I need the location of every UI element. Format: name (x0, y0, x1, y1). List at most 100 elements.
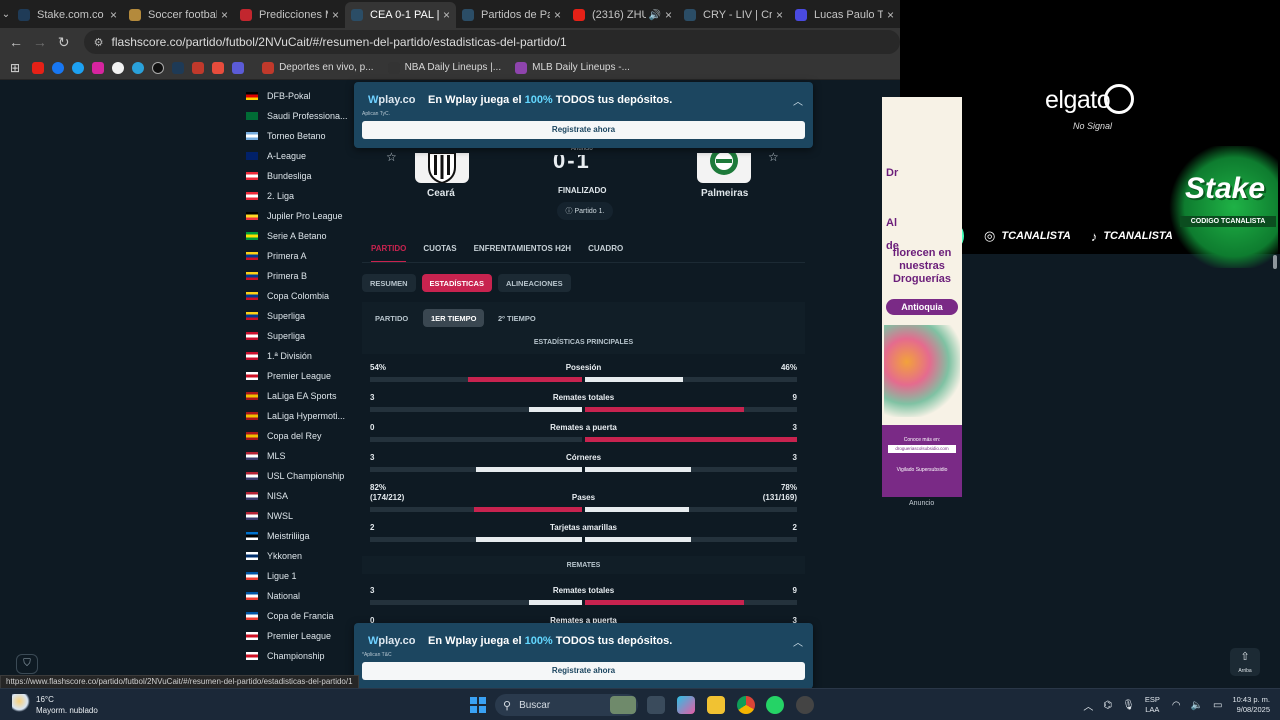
whatsapp-icon[interactable] (766, 696, 784, 714)
bookmark-link[interactable]: NBA Daily Lineups |... (384, 61, 501, 74)
chrome-icon[interactable] (737, 696, 755, 714)
sidebar-league-item[interactable]: A-League (246, 146, 348, 166)
google-bookmark-icon[interactable] (112, 61, 125, 74)
sidebar-league-item[interactable]: Premier League (246, 626, 348, 646)
url-field[interactable]: ⚙ flashscore.co/partido/futbol/2NVuCait/… (83, 30, 900, 54)
browser-tab[interactable]: Predicciones Mat × (234, 2, 345, 28)
period-tab-0[interactable]: PARTIDO (367, 309, 416, 327)
favorite-home-star-icon[interactable]: ☆ (386, 150, 397, 164)
sidebar-league-item[interactable]: Primera B (246, 266, 348, 286)
sidebar-league-item[interactable]: Bundesliga (246, 166, 348, 186)
instagram-bookmark-icon[interactable] (92, 61, 105, 74)
tab-enfrentamientos-h2h[interactable]: ENFRENTAMIENTOS H2H (474, 244, 572, 263)
bookmark-link[interactable]: MLB Daily Lineups -... (511, 61, 630, 74)
forward-arrow-icon[interactable]: → (28, 34, 52, 50)
close-tab-icon[interactable]: × (443, 8, 450, 22)
clock[interactable]: 10:43 p. m. 9/08/2025 (1232, 695, 1270, 715)
tab-partido[interactable]: PARTIDO (371, 244, 407, 263)
telegram-bookmark-icon[interactable] (132, 61, 145, 74)
tab-cuadro[interactable]: CUADRO (588, 244, 623, 263)
sidebar-league-item[interactable]: National (246, 586, 348, 606)
facebook-bookmark-icon[interactable] (52, 61, 65, 74)
volume-icon[interactable]: 🔈 (1191, 700, 1203, 711)
sidebar-league-item[interactable]: Torneo Betano (246, 126, 348, 146)
sidebar-league-item[interactable]: Superliga (246, 306, 348, 326)
youtube-bookmark-icon[interactable] (32, 61, 45, 74)
browser-tab[interactable]: CEA 0-1 PAL | Cea × (345, 2, 456, 28)
weather-widget[interactable]: 16°C Mayorm. nublado (12, 694, 98, 716)
app-icon[interactable] (796, 696, 814, 714)
browser-tab[interactable]: CRY - LIV | Crystal × (678, 2, 789, 28)
favorite-away-star-icon[interactable]: ☆ (768, 150, 779, 164)
sidebar-league-item[interactable]: NWSL (246, 506, 348, 526)
sidebar-league-item[interactable]: Primera A (246, 246, 348, 266)
sidebar-league-item[interactable]: Ykkonen (246, 546, 348, 566)
sidebar-league-item[interactable]: Saudi Professiona... (246, 106, 348, 126)
sidebar-league-item[interactable]: Premier League (246, 366, 348, 386)
pharmacy-side-ad[interactable]: Dr Al de florecen en nuestras Droguerías… (882, 97, 962, 497)
sidebar-league-item[interactable]: USL Championship (246, 466, 348, 486)
sidebar-league-item[interactable]: Superliga (246, 326, 348, 346)
sidebar-league-item[interactable]: Meistriliiga (246, 526, 348, 546)
browser-tab[interactable]: Lucas Paulo Torez × (789, 2, 900, 28)
battery-icon[interactable]: ▭ (1213, 700, 1222, 711)
close-tab-icon[interactable]: × (665, 8, 672, 22)
apps-grid-icon[interactable]: ⊞ (10, 61, 20, 75)
sidebar-league-item[interactable]: Jupiler Pro League (246, 206, 348, 226)
browser-tab[interactable]: Soccer football p × (123, 2, 234, 28)
collapse-ad-chevron-icon[interactable]: ︿ (793, 634, 803, 649)
sidebar-league-item[interactable]: DFB-Pokal (246, 86, 348, 106)
widgets-app-icon[interactable] (610, 696, 636, 714)
away-team-name[interactable]: Palmeiras (701, 188, 748, 199)
sidebar-league-item[interactable]: Copa Colombia (246, 286, 348, 306)
sidebar-league-item[interactable]: Championship (246, 646, 348, 666)
file-explorer-icon[interactable] (707, 696, 725, 714)
site-info-icon[interactable]: ⚙ (94, 36, 104, 49)
collapse-ad-chevron-icon[interactable]: ︿ (793, 93, 803, 108)
reload-icon[interactable]: ↻ (52, 34, 76, 51)
copilot-icon[interactable] (677, 696, 695, 714)
period-tab-2[interactable]: 2º TIEMPO (490, 309, 544, 327)
home-team-name[interactable]: Ceará (427, 188, 455, 199)
close-tab-icon[interactable]: × (332, 8, 339, 22)
subtab-1[interactable]: ESTADÍSTICAS (421, 274, 492, 292)
microphone-icon[interactable]: 🎙 (1122, 700, 1135, 711)
top-ad-banner[interactable]: Wplay.co En Wplay juega el 100% TODOS tu… (354, 82, 813, 148)
sidebar-league-item[interactable]: LaLiga EA Sports (246, 386, 348, 406)
subtab-2[interactable]: ALINEACIONES (497, 274, 571, 292)
sidebar-league-item[interactable]: NISA (246, 486, 348, 506)
register-button[interactable]: Registrate ahora (362, 662, 805, 680)
register-button[interactable]: Registrate ahora (362, 121, 805, 139)
task-view-icon[interactable] (647, 696, 665, 714)
browser-tab[interactable]: Stake.com.co × (12, 2, 123, 28)
red-square-bookmark-icon[interactable] (192, 61, 205, 74)
purple-bookmark-icon[interactable] (232, 61, 245, 74)
tab-search-chevron-icon[interactable]: ⌄ (0, 0, 12, 28)
close-tab-icon[interactable]: × (221, 8, 228, 22)
back-arrow-icon[interactable]: ← (4, 34, 28, 50)
subtab-0[interactable]: RESUMEN (362, 274, 416, 292)
bookmark-link[interactable]: Deportes en vivo, p... (258, 61, 374, 74)
sidebar-league-item[interactable]: Copa del Rey (246, 426, 348, 446)
page-scrollbar-thumb[interactable] (1273, 255, 1277, 269)
sidebar-league-item[interactable]: LaLiga Hypermoti... (246, 406, 348, 426)
tray-overflow-chevron-icon[interactable]: ︿ (1083, 698, 1093, 713)
tab-audio-icon[interactable]: 🔊 (649, 10, 661, 21)
start-button[interactable] (470, 697, 486, 713)
close-tab-icon[interactable]: × (776, 8, 783, 22)
tab-cuotas[interactable]: CUOTAS (423, 244, 456, 263)
period-tab-1[interactable]: 1ER TIEMPO (423, 309, 485, 327)
network-icon[interactable]: ⌬ (1103, 700, 1112, 711)
input-language[interactable]: ESP LAA (1145, 695, 1160, 715)
close-tab-icon[interactable]: × (554, 8, 561, 22)
sidebar-league-item[interactable]: Serie A Betano (246, 226, 348, 246)
privacy-shield-icon[interactable]: ⛉ (16, 654, 38, 674)
sidebar-league-item[interactable]: Ligue 1 (246, 566, 348, 586)
site-bookmark-icon[interactable] (172, 61, 185, 74)
close-tab-icon[interactable]: × (887, 8, 894, 22)
sidebar-league-item[interactable]: Copa de Francia (246, 606, 348, 626)
sidebar-league-item[interactable]: MLS (246, 446, 348, 466)
scroll-to-top-button[interactable]: ⇧ Arriba (1230, 648, 1260, 676)
browser-tab[interactable]: (2316) ZHU -🔊 × (567, 2, 678, 28)
away-team-logo[interactable] (697, 147, 751, 183)
